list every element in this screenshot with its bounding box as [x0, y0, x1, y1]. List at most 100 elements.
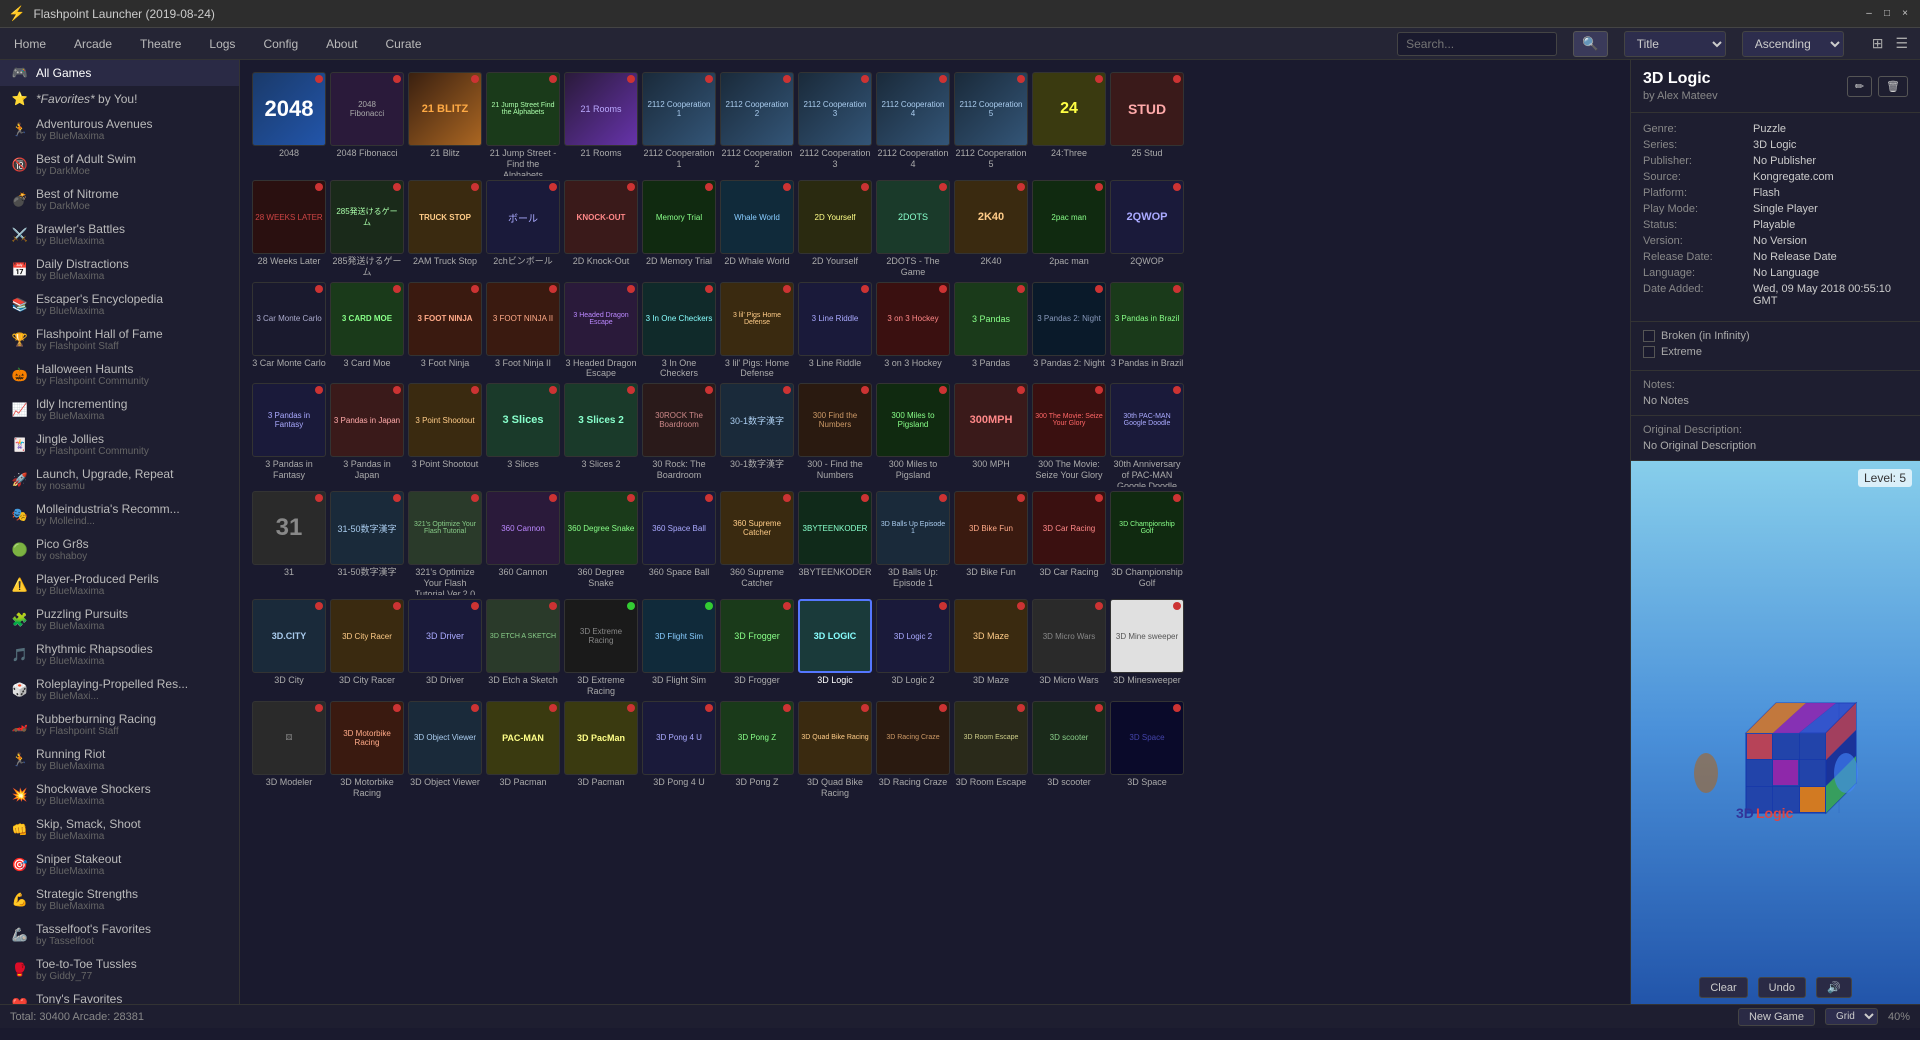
sidebar-item-escaper[interactable]: 📚 Escaper's Encyclopediaby BlueMaxima [0, 287, 239, 322]
game-tile-360-space-ball[interactable]: 360 Space Ball 360 Space Ball [642, 491, 716, 595]
preview-sound-button[interactable]: 🔊 [1816, 977, 1852, 998]
menu-logs[interactable]: Logs [203, 33, 241, 55]
game-tile-3d-driver[interactable]: 3D Driver 3D Driver [408, 599, 482, 697]
preview-undo-button[interactable]: Undo [1758, 977, 1806, 998]
sidebar-item-nitrome[interactable]: 💣 Best of Nitromeby DarkMoe [0, 182, 239, 217]
game-tile-2ch-pinball[interactable]: ボール 2chビンボール [486, 180, 560, 278]
search-input[interactable] [1397, 32, 1557, 56]
sidebar-item-pico[interactable]: 🟢 Pico Gr8sby oshaboy [0, 532, 239, 567]
game-tile-3-pandas-brazil[interactable]: 3 Pandas in Brazil 3 Pandas in Brazil [1110, 282, 1184, 380]
game-tile-3-headed-dragon[interactable]: 3 Headed Dragon Escape 3 Headed Dragon E… [564, 282, 638, 380]
game-tile-30th-anniv[interactable]: 30th PAC-MAN Google Doodle 30th Annivers… [1110, 383, 1184, 487]
game-tile-3-pandas-night[interactable]: 3 Pandas 2: Night 3 Pandas 2: Night [1032, 282, 1106, 380]
sidebar-item-rhythmic[interactable]: 🎵 Rhythmic Rhapsodiesby BlueMaxima [0, 637, 239, 672]
game-tile-3d-space[interactable]: 3D Space 3D Space [1110, 701, 1184, 799]
game-tile-3d-etch[interactable]: 3D ETCH A SKETCH 3D Etch a Sketch [486, 599, 560, 697]
game-tile-2112-2[interactable]: 2112 Cooperation 2 2112 Cooperation 2 [720, 72, 794, 176]
game-tile-3d-racing-craze[interactable]: 3D Racing Craze 3D Racing Craze [876, 701, 950, 799]
sidebar-item-daily[interactable]: 📅 Daily Distractionsby BlueMaxima [0, 252, 239, 287]
game-tile-2112-5[interactable]: 2112 Cooperation 5 2112 Cooperation 5 [954, 72, 1028, 176]
game-tile-21-rooms[interactable]: 21 Rooms 21 Rooms [564, 72, 638, 176]
order-select[interactable]: Ascending Descending [1742, 31, 1844, 57]
game-tile-25stud[interactable]: STUD 25 Stud [1110, 72, 1184, 176]
game-tile-3-slices-2[interactable]: 3 Slices 2 3 Slices 2 [564, 383, 638, 487]
game-tile-2112-4[interactable]: 2112 Cooperation 4 2112 Cooperation 4 [876, 72, 950, 176]
game-tile-28weeks[interactable]: 28 WEEKS LATER 28 Weeks Later [252, 180, 326, 278]
game-tile-2d-knockout[interactable]: KNOCK-OUT 2D Knock-Out [564, 180, 638, 278]
sidebar-item-player[interactable]: ⚠️ Player-Produced Perilsby BlueMaxima [0, 567, 239, 602]
game-tile-3d-pong-z[interactable]: 3D Pong Z 3D Pong Z [720, 701, 794, 799]
game-tile-2048-fibonacci[interactable]: 2048Fibonacci 2048 Fibonacci [330, 72, 404, 176]
game-tile-3d-logic[interactable]: 3D LOGIC 3D Logic [798, 599, 872, 697]
minimize-button[interactable]: – [1862, 7, 1876, 21]
game-tile-3d-car-racing[interactable]: 3D Car Racing 3D Car Racing [1032, 491, 1106, 595]
game-tile-2pac-man[interactable]: 2pac man 2pac man [1032, 180, 1106, 278]
game-tile-3d-pacman-1[interactable]: PAC-MAN 3D Pacman [486, 701, 560, 799]
layout-list-icon[interactable]: ☰ [1891, 31, 1912, 56]
game-tile-300-mph[interactable]: 300MPH 300 MPH [954, 383, 1028, 487]
sidebar-item-launch[interactable]: 🚀 Launch, Upgrade, Repeatby nosamu [0, 462, 239, 497]
game-tile-3d-pacman-2[interactable]: 3D PacMan 3D Pacman [564, 701, 638, 799]
game-tile-2d-whale[interactable]: Whale World 2D Whale World [720, 180, 794, 278]
preview-clear-button[interactable]: Clear [1699, 977, 1747, 998]
game-tile-360-snake[interactable]: 360 Degree Snake 360 Degree Snake [564, 491, 638, 595]
sidebar-item-strategic[interactable]: 💪 Strategic Strengthsby BlueMaxima [0, 882, 239, 917]
game-tile-3-card-moe[interactable]: 3 CARD MOE 3 Card Moe [330, 282, 404, 380]
sidebar-item-tony[interactable]: ❤️ Tony's Favoritesby Antony Lavelle [0, 987, 239, 1004]
sidebar-item-idly[interactable]: 📈 Idly Incrementingby BlueMaxima [0, 392, 239, 427]
menu-curate[interactable]: Curate [379, 33, 427, 55]
sidebar-item-rubberburning[interactable]: 🏎️ Rubberburning Racingby Flashpoint Sta… [0, 707, 239, 742]
game-tile-21-blitz[interactable]: 21 BLITZ 21 Blitz [408, 72, 482, 176]
sidebar-item-roleplaying[interactable]: 🎲 Roleplaying-Propelled Res...by BlueMax… [0, 672, 239, 707]
game-tile-2d-memory[interactable]: Memory Trial 2D Memory Trial [642, 180, 716, 278]
game-tile-3-pibs[interactable]: 3 lil' Pigs Home Defense 3 lil' Pigs: Ho… [720, 282, 794, 380]
game-tile-3d-micro-wars[interactable]: 3D Micro Wars 3D Micro Wars [1032, 599, 1106, 697]
sidebar-item-shockwave[interactable]: 💥 Shockwave Shockersby BlueMaxima [0, 777, 239, 812]
game-tile-3d-modeler[interactable]: ⚄ 3D Modeler [252, 701, 326, 799]
game-tile-2112-1[interactable]: 2112 Cooperation 1 2112 Cooperation 1 [642, 72, 716, 176]
game-tile-3-slices[interactable]: 3 Slices 3 Slices [486, 383, 560, 487]
game-tile-3d-city-racer[interactable]: 3D City Racer 3D City Racer [330, 599, 404, 697]
game-tile-3-one-checkers[interactable]: 3 In One Checkers 3 In One Checkers [642, 282, 716, 380]
game-tile-3-on-3-hockey[interactable]: 3 on 3 Hockey 3 on 3 Hockey [876, 282, 950, 380]
close-button[interactable]: × [1898, 7, 1912, 21]
sidebar-item-skip[interactable]: 👊 Skip, Smack, Shootby BlueMaxima [0, 812, 239, 847]
game-tile-24three[interactable]: 24 24:Three [1032, 72, 1106, 176]
game-tile-2d-yourself[interactable]: 2D Yourself 2D Yourself [798, 180, 872, 278]
maximize-button[interactable]: □ [1880, 7, 1894, 21]
sidebar-item-jingle[interactable]: 🃏 Jingle Jolliesby Flashpoint Community [0, 427, 239, 462]
game-tile-3d-championship[interactable]: 3D Championship Golf 3D Championship Gol… [1110, 491, 1184, 595]
game-tile-2112-3[interactable]: 2112 Cooperation 3 2112 Cooperation 3 [798, 72, 872, 176]
sidebar-item-molle[interactable]: 🎭 Molleindustria's Recomm...by Molleind.… [0, 497, 239, 532]
game-tile-3d-room-escape[interactable]: 3D Room Escape 3D Room Escape [954, 701, 1028, 799]
menu-arcade[interactable]: Arcade [68, 33, 118, 55]
view-select[interactable]: Grid List [1825, 1008, 1878, 1025]
game-tile-285[interactable]: 285発送けるゲーム 285発送けるゲーム [330, 180, 404, 278]
game-tile-3d-pong-4u[interactable]: 3D Pong 4 U 3D Pong 4 U [642, 701, 716, 799]
game-tile-3d-bike-fun[interactable]: 3D Bike Fun 3D Bike Fun [954, 491, 1028, 595]
game-tile-30rock[interactable]: 30ROCK The Boardroom 30 Rock: The Boardr… [642, 383, 716, 487]
sidebar-item-adventurous[interactable]: 🏃 Adventurous Avenuesby BlueMaxima [0, 112, 239, 147]
game-tile-2dots[interactable]: 2DOTS 2DOTS - The Game [876, 180, 950, 278]
game-tile-3d-logic-2[interactable]: 3D Logic 2 3D Logic 2 [876, 599, 950, 697]
game-tile-3d-city[interactable]: 3D.CITY 3D City [252, 599, 326, 697]
game-tile-3-pandas-fantasy[interactable]: 3 Pandas in Fantasy 3 Pandas in Fantasy [252, 383, 326, 487]
game-tile-30-1-numbers[interactable]: 30-1数字漢字 30-1数字漢字 [720, 383, 794, 487]
menu-home[interactable]: Home [8, 33, 52, 55]
sidebar-item-puzzling[interactable]: 🧩 Puzzling Pursuitsby BlueMaxima [0, 602, 239, 637]
game-tile-31[interactable]: 31 31 [252, 491, 326, 595]
game-tile-360-supreme[interactable]: 360 Supreme Catcher 360 Supreme Catcher [720, 491, 794, 595]
game-tile-321-optimize[interactable]: 321's Optimize Your Flash Tutorial 321's… [408, 491, 482, 595]
game-tile-300-miles[interactable]: 300 Miles to Pigsland 300 Miles to Pigsl… [876, 383, 950, 487]
game-tile-300-find[interactable]: 300 Find the Numbers 300 - Find the Numb… [798, 383, 872, 487]
game-tile-3byte-koder[interactable]: 3BYTEENKODER 3BYTEENKODER [798, 491, 872, 595]
sidebar-item-tasselfoot[interactable]: 🦾 Tasselfoot's Favoritesby Tasselfoot [0, 917, 239, 952]
search-button[interactable]: 🔍 [1573, 31, 1608, 57]
game-tile-3-pandas-japan[interactable]: 3 Pandas in Japan 3 Pandas in Japan [330, 383, 404, 487]
game-tile-3d-balls[interactable]: 3D Balls Up Episode 1 3D Balls Up: Episo… [876, 491, 950, 595]
sidebar-item-hall-of-fame[interactable]: 🏆 Flashpoint Hall of Fameby Flashpoint S… [0, 322, 239, 357]
game-tile-360-cannon[interactable]: 360 Cannon 360 Cannon [486, 491, 560, 595]
menu-theatre[interactable]: Theatre [134, 33, 187, 55]
game-tile-3d-extreme[interactable]: 3D Extreme Racing 3D Extreme Racing [564, 599, 638, 697]
game-tile-3d-motorbike[interactable]: 3D Motorbike Racing 3D Motorbike Racing [330, 701, 404, 799]
